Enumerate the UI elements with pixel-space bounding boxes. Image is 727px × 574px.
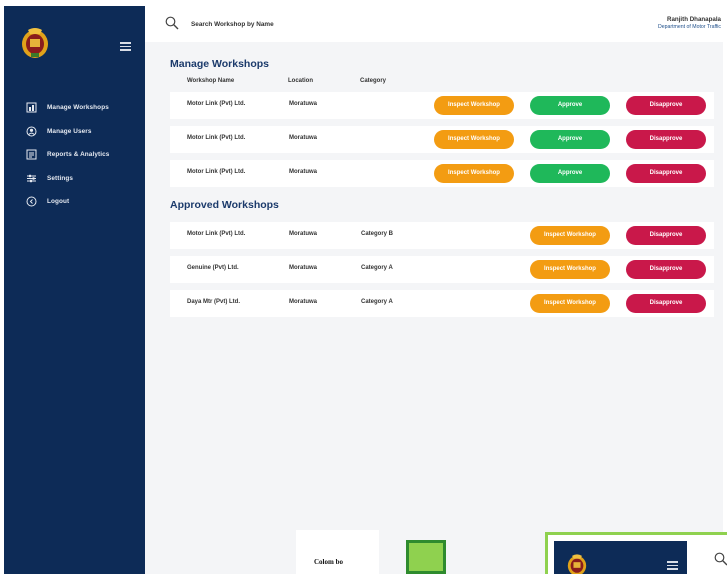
sidebar-item-label: Logout [47, 198, 70, 206]
sidebar-item-manage-users[interactable]: Manage Users [4, 120, 145, 144]
reports-icon [25, 149, 37, 161]
workshop-category: Category A [361, 265, 393, 271]
sidebar-item-settings[interactable]: Settings [4, 167, 145, 191]
disapprove-button[interactable]: Disapprove [626, 164, 706, 183]
sidebar-item-label: Manage Users [47, 127, 92, 135]
preview-sidebar-header [554, 541, 687, 574]
approve-button[interactable]: Approve [530, 96, 610, 115]
column-header-category: Category [360, 78, 387, 84]
table-row: Genuine (Pvt) Ltd. Moratuwa Category A I… [170, 256, 714, 283]
location-text: Colom bo [314, 558, 343, 566]
table-row: Motor Link (Pvt) Ltd. Moratuwa Category … [170, 222, 714, 249]
sidebar-nav: Manage Workshops Manage Users Reports & … [4, 96, 145, 214]
workshop-location: Moratuwa [289, 135, 318, 141]
sidebar-item-label: Reports & Analytics [47, 151, 110, 159]
hamburger-menu-icon[interactable] [667, 561, 678, 570]
workshop-name: Daya Mtr (Pvt) Ltd. [187, 299, 241, 305]
preview-panel [545, 532, 727, 574]
table-row: Motor Link (Pvt) Ltd. Moratuwa Inspect W… [170, 126, 714, 153]
workshop-location: Moratuwa [289, 299, 318, 305]
workshop-icon [25, 102, 37, 114]
search-icon[interactable] [165, 16, 179, 30]
sidebar-item-label: Manage Workshops [47, 104, 109, 112]
workshop-location: Moratuwa [289, 169, 318, 175]
inspect-workshop-button[interactable]: Inspect Workshop [530, 226, 610, 245]
table-row: Daya Mtr (Pvt) Ltd. Moratuwa Category A … [170, 290, 714, 317]
sidebar-item-manage-workshops[interactable]: Manage Workshops [4, 96, 145, 120]
workshop-location: Moratuwa [289, 231, 318, 237]
top-bar: Ranjith Dhanapala Department of Motor Tr… [145, 6, 723, 42]
workshop-name: Motor Link (Pvt) Ltd. [187, 231, 246, 237]
disapprove-button[interactable]: Disapprove [626, 260, 706, 279]
disapprove-button[interactable]: Disapprove [626, 294, 706, 313]
approve-button[interactable]: Approve [530, 130, 610, 149]
sidebar-item-label: Settings [47, 174, 74, 182]
sidebar-item-logout[interactable]: Logout [4, 190, 145, 214]
workshop-name: Motor Link (Pvt) Ltd. [187, 101, 246, 107]
settings-icon [25, 172, 37, 184]
workshop-category: Category B [361, 231, 394, 237]
workshop-name: Motor Link (Pvt) Ltd. [187, 169, 246, 175]
user-info[interactable]: Ranjith Dhanapala Department of Motor Tr… [658, 16, 721, 30]
inspect-workshop-button[interactable]: Inspect Workshop [530, 294, 610, 313]
search-icon[interactable] [714, 552, 727, 566]
inspect-workshop-button[interactable]: Inspect Workshop [434, 130, 514, 149]
workshop-name: Motor Link (Pvt) Ltd. [187, 135, 246, 141]
table-row: Motor Link (Pvt) Ltd. Moratuwa Inspect W… [170, 160, 714, 187]
sidebar: Manage Workshops Manage Users Reports & … [4, 6, 145, 574]
hamburger-menu-icon[interactable] [120, 42, 131, 51]
table-row: Motor Link (Pvt) Ltd. Moratuwa Inspect W… [170, 92, 714, 119]
emblem-logo [22, 28, 48, 58]
column-header-location: Location [288, 78, 313, 84]
disapprove-button[interactable]: Disapprove [626, 226, 706, 245]
green-block [406, 540, 446, 574]
workshop-location: Moratuwa [289, 101, 318, 107]
manage-workshops-title: Manage Workshops [170, 58, 269, 70]
inspect-workshop-button[interactable]: Inspect Workshop [434, 164, 514, 183]
workshop-name: Genuine (Pvt) Ltd. [187, 265, 239, 271]
disapprove-button[interactable]: Disapprove [626, 130, 706, 149]
emblem-logo [567, 554, 587, 574]
inspect-workshop-button[interactable]: Inspect Workshop [530, 260, 610, 279]
disapprove-button[interactable]: Disapprove [626, 96, 706, 115]
user-name: Ranjith Dhanapala [667, 16, 721, 23]
location-card: Colom bo [296, 530, 379, 574]
column-header-name: Workshop Name [187, 78, 235, 84]
logout-icon [25, 196, 37, 208]
approve-button[interactable]: Approve [530, 164, 610, 183]
workshop-location: Moratuwa [289, 265, 318, 271]
sidebar-item-reports[interactable]: Reports & Analytics [4, 143, 145, 167]
user-department: Department of Motor Traffic [657, 24, 721, 30]
approved-workshops-title: Approved Workshops [170, 199, 279, 211]
users-icon [25, 125, 37, 137]
workshop-category: Category A [361, 299, 393, 305]
main-content: Manage Workshops Workshop Name Location … [145, 42, 723, 574]
search-input[interactable] [191, 17, 391, 31]
inspect-workshop-button[interactable]: Inspect Workshop [434, 96, 514, 115]
